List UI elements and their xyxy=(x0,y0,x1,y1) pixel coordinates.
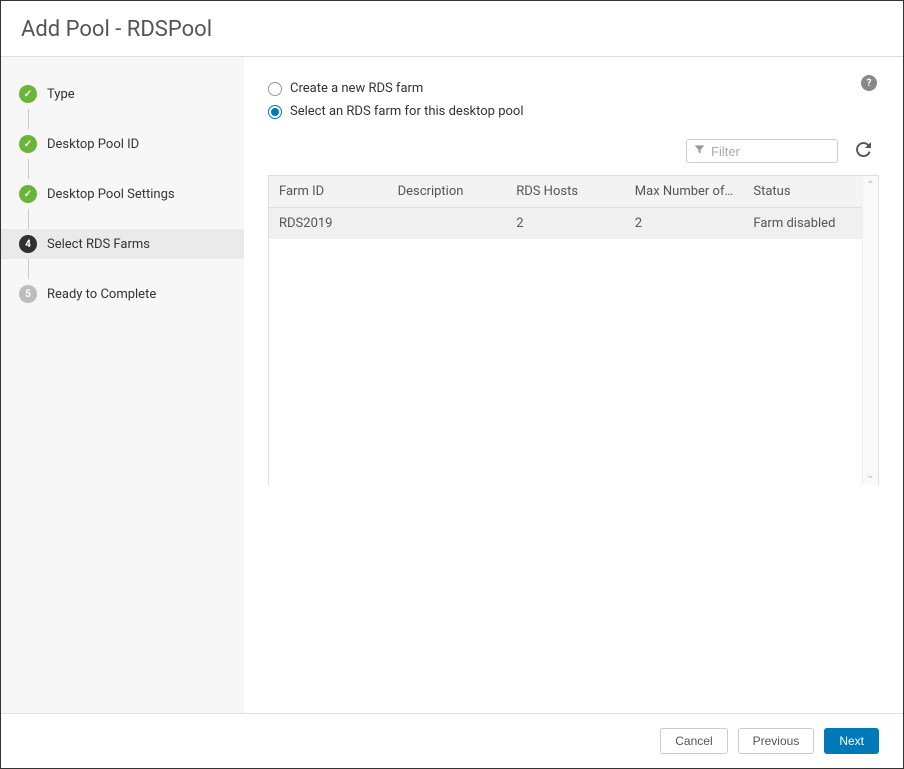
refresh-icon xyxy=(856,144,871,161)
radio-create-new-farm[interactable]: Create a new RDS farm xyxy=(268,77,879,100)
col-rds-hosts[interactable]: RDS Hosts xyxy=(506,176,625,208)
table-header-row: Farm ID Description RDS Hosts Max Number… xyxy=(269,176,862,208)
farms-table-wrap: Farm ID Description RDS Hosts Max Number… xyxy=(268,175,879,485)
table-toolbar xyxy=(268,139,879,163)
checkmark-icon: ✓ xyxy=(19,185,37,203)
step-select-rds-farms[interactable]: 4 Select RDS Farms xyxy=(1,229,244,259)
step-number-icon: 4 xyxy=(19,235,37,253)
previous-button[interactable]: Previous xyxy=(738,728,815,754)
scroll-up-icon: ⌃ xyxy=(866,180,874,191)
step-ready-to-complete[interactable]: 5 Ready to Complete xyxy=(1,279,244,309)
filter-input[interactable] xyxy=(686,139,838,163)
step-label: Type xyxy=(47,87,75,102)
dialog-footer: Cancel Previous Next xyxy=(1,713,903,768)
scroll-down-icon: ⌄ xyxy=(866,470,874,481)
col-max-conn[interactable]: Max Number of Co... xyxy=(625,176,744,208)
step-number-icon: 5 xyxy=(19,285,37,303)
step-type[interactable]: ✓ Type xyxy=(1,79,244,109)
cell-max-conn: 2 xyxy=(625,208,744,240)
col-description[interactable]: Description xyxy=(388,176,507,208)
step-desktop-pool-settings[interactable]: ✓ Desktop Pool Settings xyxy=(1,179,244,209)
step-connector xyxy=(28,259,244,279)
next-button[interactable]: Next xyxy=(824,728,879,754)
radio-label: Create a new RDS farm xyxy=(290,81,423,96)
step-connector xyxy=(28,159,244,179)
radio-icon xyxy=(268,105,282,119)
step-label: Desktop Pool ID xyxy=(47,137,139,152)
refresh-button[interactable] xyxy=(852,140,875,163)
col-status[interactable]: Status xyxy=(743,176,862,208)
dialog-body: ✓ Type ✓ Desktop Pool ID ✓ Desktop Pool … xyxy=(1,57,903,713)
table-row[interactable]: RDS2019 2 2 Farm disabled xyxy=(269,208,862,240)
main-panel: ? Create a new RDS farm Select an RDS fa… xyxy=(244,57,903,713)
filter-wrap xyxy=(686,139,838,163)
table-scroll[interactable]: Farm ID Description RDS Hosts Max Number… xyxy=(269,176,862,485)
step-label: Ready to Complete xyxy=(47,287,156,302)
checkmark-icon: ✓ xyxy=(19,85,37,103)
cell-status: Farm disabled xyxy=(743,208,862,240)
wizard-steps-sidebar: ✓ Type ✓ Desktop Pool ID ✓ Desktop Pool … xyxy=(1,57,244,713)
step-desktop-pool-id[interactable]: ✓ Desktop Pool ID xyxy=(1,129,244,159)
scrollbar[interactable]: ⌃ ⌄ xyxy=(862,176,878,485)
add-pool-dialog: Add Pool - RDSPool ✓ Type ✓ Desktop Pool… xyxy=(0,0,904,769)
col-farm-id[interactable]: Farm ID xyxy=(269,176,388,208)
step-label: Select RDS Farms xyxy=(47,237,150,252)
farm-choice-group: Create a new RDS farm Select an RDS farm… xyxy=(268,77,879,123)
cancel-button[interactable]: Cancel xyxy=(660,728,727,754)
help-icon[interactable]: ? xyxy=(861,75,877,91)
step-label: Desktop Pool Settings xyxy=(47,187,175,202)
radio-icon xyxy=(268,82,282,96)
cell-farm-id: RDS2019 xyxy=(269,208,388,240)
farms-table: Farm ID Description RDS Hosts Max Number… xyxy=(269,176,862,239)
funnel-icon xyxy=(694,144,705,158)
checkmark-icon: ✓ xyxy=(19,135,37,153)
cell-description xyxy=(388,208,507,240)
step-connector xyxy=(28,209,244,229)
step-connector xyxy=(28,109,244,129)
dialog-header: Add Pool - RDSPool xyxy=(1,1,903,57)
dialog-title: Add Pool - RDSPool xyxy=(21,17,883,42)
radio-select-existing-farm[interactable]: Select an RDS farm for this desktop pool xyxy=(268,100,879,123)
radio-label: Select an RDS farm for this desktop pool xyxy=(290,104,523,119)
cell-rds-hosts: 2 xyxy=(506,208,625,240)
